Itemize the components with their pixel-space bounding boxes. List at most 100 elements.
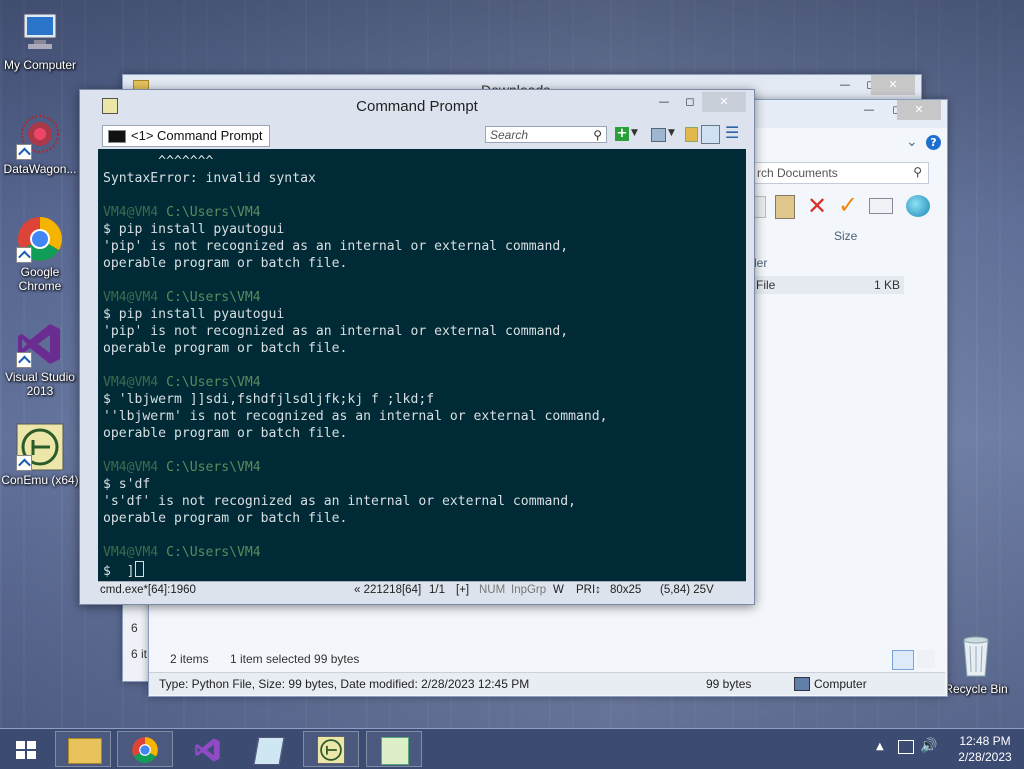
clock-time: 12:48 PM [959,734,1011,748]
properties-icon[interactable] [869,198,893,214]
computer-icon [794,677,810,691]
terminal-line: operable program or batch file. [103,341,348,356]
start-icon[interactable] [16,741,36,759]
desktop-icon-label: ConEmu (x64) [1,473,79,487]
desktop-icon-label: My Computer [3,58,77,72]
status-w: W [553,584,564,596]
share-icon[interactable] [906,195,930,217]
desktop-icon-recycle-bin[interactable]: Recycle Bin [936,632,1016,696]
status-inpgrp: InpGrp [511,584,547,596]
pane-toggle-icon[interactable] [701,125,720,144]
rename-icon[interactable]: ✓ [838,191,858,219]
minimize-button[interactable]: — [855,100,883,120]
status-pid: « 221218[64] [354,584,422,596]
visual-studio-icon [16,320,64,368]
taskbar-visual-studio[interactable] [180,731,236,767]
terminal-line: ^^^^^^^ [103,154,214,169]
chevron-down-icon[interactable]: ▼ [668,128,675,138]
notepad-icon [253,737,285,765]
terminal-line: operable program or batch file. [103,511,348,526]
desktop-icon-my-computer[interactable]: My Computer [0,8,80,72]
copy-icon[interactable] [754,196,766,218]
prompt-path: C:\Users\VM4 [166,205,261,220]
conemu-icon [16,423,64,471]
shortcut-arrow-icon [16,455,32,471]
search-input[interactable]: Search ⚲ [485,126,607,143]
network-icon[interactable] [898,740,914,754]
prompt-user: VM4@VM4 [103,290,159,305]
status-num: NUM [479,584,506,596]
file-size-cell: 1 KB [873,278,900,292]
maximize-button[interactable]: ◻ [676,92,704,112]
paste-icon[interactable] [775,195,795,219]
terminal-line: $ pip install pyautogui [103,222,285,237]
command-prompt-window[interactable]: Command Prompt — ◻ ✕ <1> Command Prompt … [79,89,755,605]
tab-command-prompt[interactable]: <1> Command Prompt [102,125,270,147]
details-view-icon[interactable] [892,650,914,670]
status-selection: 1 item selected 99 bytes [230,652,360,666]
editor-icon [381,737,409,765]
new-console-icon[interactable]: + [615,127,629,141]
large-icons-view-icon[interactable] [917,650,935,668]
taskbar-file-explorer[interactable] [55,731,111,767]
close-button[interactable]: ✕ [871,75,915,95]
prompt-path: C:\Users\VM4 [166,290,261,305]
search-box[interactable]: rch Documents ⚲ [754,162,929,184]
column-size-header[interactable]: Size [834,229,857,243]
search-icon: ⚲ [913,165,922,179]
chevron-down-icon[interactable]: ⌄ [906,134,918,150]
terminal-input-line[interactable]: $ ] [103,564,135,579]
desktop-icon-label: Google Chrome [18,265,62,293]
help-icon[interactable]: ? [926,135,941,150]
taskbar-editor[interactable] [366,731,422,767]
taskbar-chrome[interactable] [117,731,173,767]
clock[interactable]: 12:48 PM 2/28/2023 [950,733,1020,765]
menu-icon[interactable]: ☰ [725,123,739,142]
terminal-output[interactable]: ^^^^^^^ SyntaxError: invalid syntax VM4@… [98,149,746,581]
desktop-icon-conemu[interactable]: ConEmu (x64) [0,423,80,487]
terminal-line: $ 'lbjwerm ]]sdi,fshdfjlsdljfk;kj f ;lkd… [103,392,435,407]
shortcut-arrow-icon [16,144,32,160]
details-size: 99 bytes [706,677,752,691]
close-button[interactable]: ✕ [702,92,746,112]
split-icon[interactable] [651,128,666,142]
desktop-icon-visual-studio[interactable]: Visual Studio 2013 [0,320,80,398]
prompt-path: C:\Users\VM4 [166,460,261,475]
details-text: Type: Python File, Size: 99 bytes, Date … [159,677,530,691]
terminal-line: SyntaxError: invalid syntax [103,171,316,186]
terminal-line: $ s'df [103,477,151,492]
minimize-button[interactable]: — [831,75,859,95]
visual-studio-icon [194,736,222,767]
shortcut-arrow-icon [16,247,32,263]
delete-icon[interactable]: ✕ [807,192,827,220]
chrome-icon [16,215,64,263]
search-placeholder: Search [490,128,529,142]
terminal-line: operable program or batch file. [103,256,348,271]
volume-icon[interactable]: 🔊 [920,738,937,754]
status-process[interactable]: cmd.exe*[64]:1960 [100,582,196,599]
prompt-path: C:\Users\VM4 [166,545,261,560]
status-item-count: 2 items [170,652,209,666]
terminal-line: 's'df' is not recognized as an internal … [103,494,576,509]
show-hidden-icons-icon[interactable]: ▲ [876,741,884,752]
ribbon-area: ⌄ ? [754,134,942,154]
lock-icon[interactable] [685,127,698,142]
chevron-down-icon[interactable]: ▼ [631,128,638,138]
prompt-user: VM4@VM4 [103,375,159,390]
taskbar-conemu[interactable] [303,731,359,767]
desktop-icon-label: Visual Studio 2013 [5,370,75,398]
status-plus: [+] [456,584,470,596]
close-button[interactable]: ✕ [897,100,941,120]
desktop-icon-google-chrome[interactable]: Google Chrome [0,215,80,293]
search-icon: ⚲ [593,128,602,142]
prompt-user: VM4@VM4 [103,545,159,560]
toolbar: ✕ ✓ [754,191,942,222]
taskbar-notepad[interactable] [241,731,297,767]
file-row[interactable]: File 1 KB [754,276,904,294]
details-bar: Type: Python File, Size: 99 bytes, Date … [149,672,945,695]
column-header-row: Size [754,228,942,246]
details-location: Computer [814,677,867,691]
desktop-icon-datawagon[interactable]: DataWagon... [0,112,80,176]
terminal-line: 'pip' is not recognized as an internal o… [103,239,569,254]
minimize-button[interactable]: — [650,92,678,112]
